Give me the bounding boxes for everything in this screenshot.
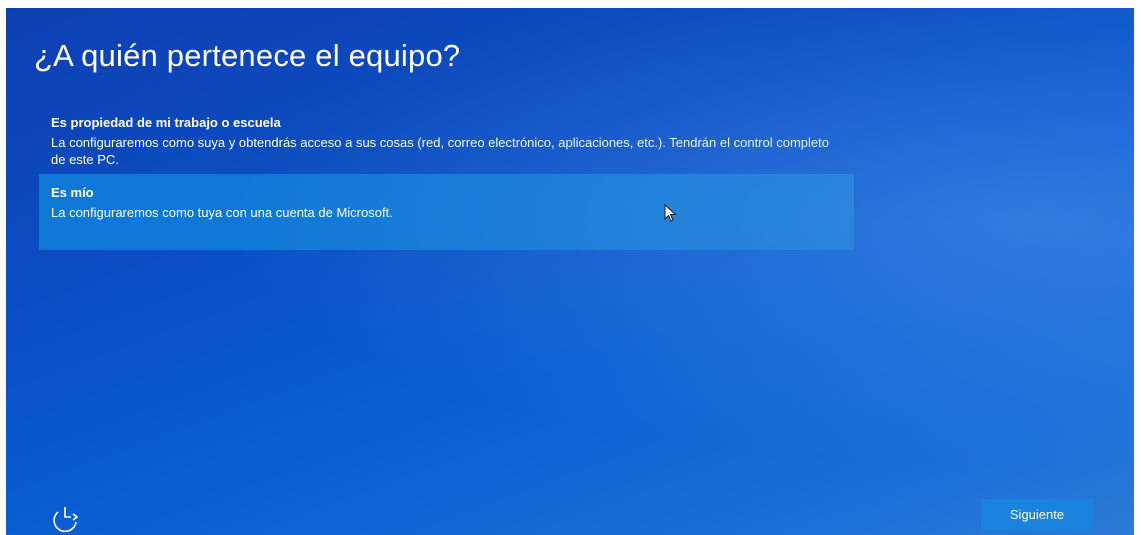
option-work-or-school[interactable]: Es propiedad de mi trabajo o escuela La … <box>39 106 854 174</box>
option-description: La configuraremos como suya y obtendrás … <box>51 135 829 167</box>
option-title: Es mío <box>51 185 94 200</box>
mouse-cursor-icon <box>664 204 677 222</box>
oobe-screen: ¿A quién pertenece el equipo? Es propied… <box>6 8 1134 535</box>
page-title: ¿A quién pertenece el equipo? <box>34 38 461 73</box>
option-title: Es propiedad de mi trabajo o escuela <box>51 115 281 130</box>
next-button[interactable]: Siguiente <box>981 499 1093 530</box>
option-personal[interactable]: Es mío La configuraremos como tuya con u… <box>39 174 854 250</box>
option-description: La configuraremos como tuya con una cuen… <box>51 205 393 220</box>
ease-of-access-icon[interactable] <box>50 502 82 532</box>
